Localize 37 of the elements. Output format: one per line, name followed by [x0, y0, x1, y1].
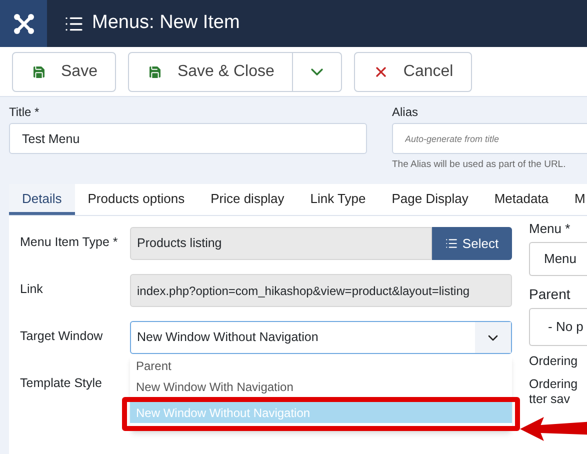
ordering-hint: tter sav — [529, 392, 571, 406]
ordering-label: Ordering — [529, 352, 579, 370]
tab[interactable]: Metadata — [481, 184, 562, 216]
list-icon — [445, 237, 458, 250]
tab[interactable]: M — [562, 184, 587, 216]
title-input[interactable]: Test Menu — [9, 123, 367, 154]
tab[interactable]: Price display — [198, 184, 298, 216]
cancel-button[interactable]: Cancel — [354, 52, 472, 92]
field-label: Target Window — [20, 328, 104, 346]
ordering-hint: Ordering — [529, 376, 579, 392]
dropdown-option[interactable]: New Window With Navigation — [130, 376, 512, 398]
parent-select[interactable]: - No p — [529, 308, 587, 346]
target-window-select[interactable]: New Window Without Navigation — [130, 321, 512, 354]
menu-item-type-field[interactable]: Products listing — [130, 227, 432, 260]
alias-label: Alias — [392, 104, 420, 121]
save-close-button[interactable]: Save & Close — [128, 52, 294, 92]
page-title: Menus: New Item — [92, 11, 240, 36]
save-button[interactable]: Save — [12, 52, 116, 92]
menu-label: Menu * — [529, 220, 572, 238]
dropdown-option[interactable]: Parent — [130, 355, 512, 376]
menu-select[interactable]: Menu — [529, 242, 587, 276]
dropdown-toggle-button[interactable] — [293, 52, 342, 92]
parent-label: Parent — [529, 284, 572, 304]
tab[interactable]: Link Type — [297, 184, 379, 216]
save-icon — [147, 64, 164, 80]
link-field[interactable]: index.php?option=com_hikashop&view=product&layout=listing — [130, 274, 512, 308]
title-label: Title * — [9, 104, 40, 121]
tab[interactable]: Details — [9, 184, 75, 216]
field-label: Menu Item Type * — [20, 234, 119, 252]
tab[interactable]: Page Display — [378, 184, 482, 216]
joomla-logo-icon — [12, 12, 34, 34]
field-label: Template Style — [20, 375, 103, 392]
field-label: Link — [20, 281, 44, 298]
tab[interactable]: Products options — [74, 184, 198, 216]
alias-hint: The Alias will be used as part of the URL. — [392, 158, 567, 172]
select-button[interactable]: Select — [432, 227, 512, 260]
save-icon — [31, 64, 47, 80]
